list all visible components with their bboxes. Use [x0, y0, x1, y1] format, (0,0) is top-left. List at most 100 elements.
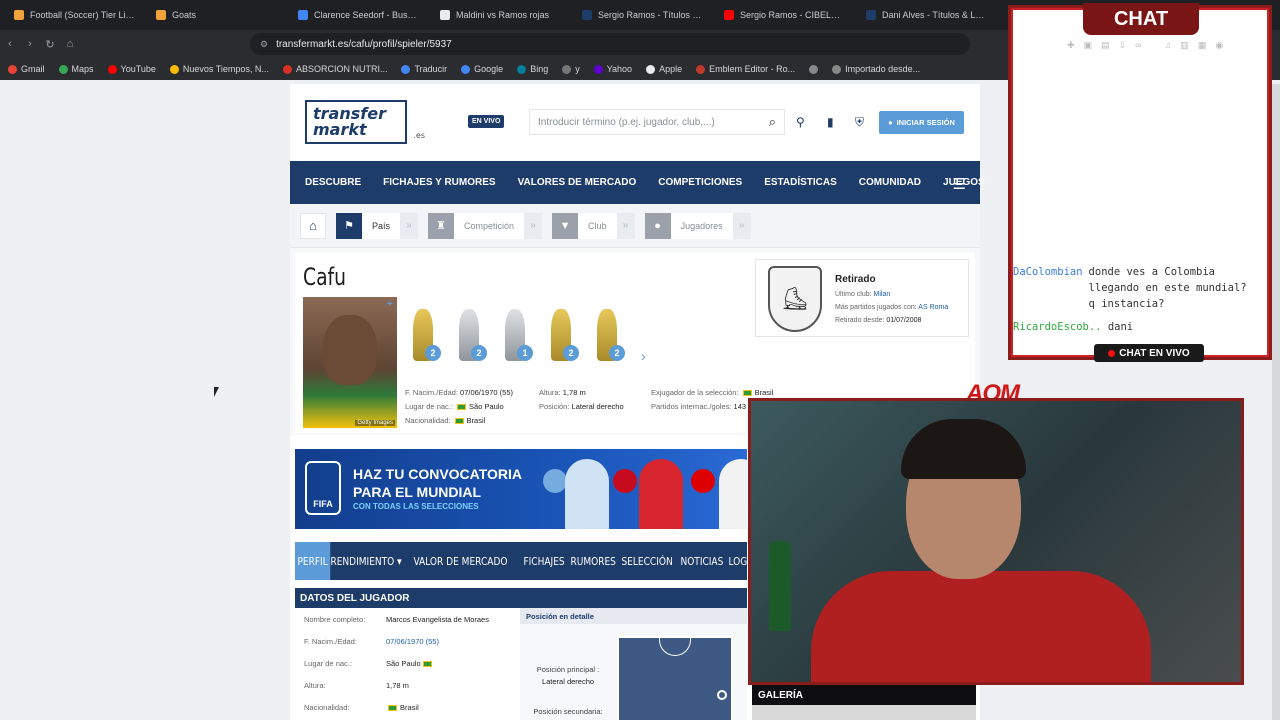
site-info-icon[interactable]: ⚙ — [260, 39, 268, 50]
bookmark-item[interactable]: Bing — [517, 64, 548, 74]
search-input[interactable]: Introducir término (p.ej. jugador, club,… — [529, 109, 785, 135]
bottle — [769, 541, 791, 631]
nav-item[interactable]: DESCUBRE — [305, 177, 361, 188]
player-search-icon[interactable]: ⚲ — [796, 115, 805, 129]
chat-message: RicardoEscob.. dani — [1013, 319, 1133, 335]
world-cup-banner[interactable]: FIFA HAZ TU CONVOCATORIA PARA EL MUNDIAL … — [295, 449, 747, 529]
link-icon[interactable]: ∞ — [1135, 40, 1141, 51]
trophy-icon[interactable]: 2 — [407, 301, 441, 361]
image-icon[interactable]: ▤ — [1101, 40, 1110, 51]
url-bar[interactable]: ⚙ transfermarkt.es/cafu/profil/spieler/5… — [250, 33, 970, 55]
music-icon[interactable]: ♫ — [1165, 40, 1172, 51]
bookmark-icon[interactable]: ▮ — [827, 115, 834, 129]
back-icon[interactable]: ‹ — [0, 38, 20, 50]
breadcrumb-club[interactable]: ▼ Club » — [552, 212, 635, 239]
bookmark-item[interactable]: Maps — [58, 64, 94, 74]
nav-item[interactable]: COMPETICIONES — [658, 177, 742, 188]
trophy-icon: ♜ — [428, 212, 455, 239]
subnav-item[interactable]: VALOR DE MERCADO — [411, 555, 510, 568]
subnav-item[interactable]: LOGROS — [726, 555, 747, 568]
page-scrollbar[interactable] — [1272, 84, 1280, 720]
sidebar-icon[interactable]: ▥ — [1180, 40, 1189, 51]
search-icon[interactable]: ⌕ — [769, 114, 776, 130]
bookmark-item[interactable]: Yahoo — [593, 64, 632, 74]
browser-tab[interactable]: Maldini vs Ramos rojas — [430, 3, 572, 27]
chevron-right-icon[interactable]: › — [641, 348, 646, 364]
bookmark-item[interactable]: Importado desde... — [832, 64, 920, 74]
trophy-count-badge: 1 — [517, 345, 533, 361]
data-row: Nombre completo: Marcos Evangelista de Mo… — [295, 608, 520, 630]
live-dot-icon — [1108, 349, 1116, 357]
breadcrumb-jugadores[interactable]: ● Jugadores » — [644, 212, 751, 239]
nav-item[interactable]: ESTADÍSTICAS — [764, 177, 837, 188]
bookmark-favicon-icon — [8, 64, 17, 74]
nav-item[interactable]: VALORES DE MERCADO — [518, 177, 637, 188]
most-games-link[interactable]: AS Roma — [918, 304, 948, 311]
bookmark-favicon-icon — [58, 64, 68, 74]
live-button[interactable]: EN VIVO — [468, 115, 505, 128]
breadcrumb-home-icon[interactable]: ⌂ — [300, 212, 326, 239]
brazil-flag-icon — [388, 704, 397, 711]
bookmark-item[interactable]: Nuevos Tiempos, N... — [169, 64, 269, 74]
window-icon[interactable]: ▣ — [1084, 40, 1093, 51]
bookmark-item[interactable]: Emblem Editor - Ro... — [696, 64, 795, 74]
player-photo[interactable]: Getty Images — [303, 297, 397, 428]
nav-item[interactable]: FICHAJES Y RUMORES — [383, 177, 495, 188]
bookmark-item[interactable]: ABSORCION NUTRI... — [282, 64, 387, 74]
download-icon[interactable]: ⇩ — [1119, 40, 1127, 51]
layout-icon[interactable]: ▦ — [1198, 40, 1207, 51]
breadcrumb-pais[interactable]: ⚑ País » — [336, 212, 419, 239]
fact-row: Nacionalidad: Brasil — [405, 416, 486, 425]
subnav-item[interactable]: PERFIL — [295, 542, 331, 580]
bookmark-item[interactable]: Apple — [646, 64, 682, 74]
home-icon[interactable]: ⌂ — [60, 38, 80, 50]
bookmark-label: YouTube — [120, 64, 156, 74]
plus-icon[interactable]: + — [387, 299, 393, 310]
browser-tab[interactable]: Football (Soccer) Tier List Temp — [4, 3, 146, 27]
trophy-icon[interactable]: 2 — [545, 301, 579, 361]
transfermarkt-logo[interactable]: transfer markt .es — [305, 100, 425, 144]
last-club-link[interactable]: Milan — [874, 291, 891, 298]
shield-icon[interactable]: ⛨ — [855, 115, 864, 130]
main-nav: DESCUBRE FICHAJES Y RUMORES VALORES DE MER… — [290, 161, 985, 204]
data-value[interactable]: 07/06/1970 (55) — [386, 637, 439, 646]
bookmark-label: Google — [474, 64, 504, 74]
bookmark-label: Importado desde... — [845, 64, 921, 74]
forward-icon[interactable]: › — [20, 38, 40, 50]
subnav-item[interactable]: RUMORES — [568, 555, 618, 568]
subnav-item[interactable]: RENDIMIENTO ▾ — [328, 555, 404, 568]
trophy-icon[interactable]: 2 — [453, 301, 487, 361]
bookmark-item[interactable]: Gmail — [8, 64, 45, 74]
browser-tab[interactable]: Sergio Ramos - CIBELES (Offici — [714, 3, 856, 27]
breadcrumb-competicion[interactable]: ♜ Competición » — [428, 212, 543, 239]
bookmark-item[interactable]: y — [562, 64, 580, 74]
subnav-item[interactable]: NOTICIAS — [678, 555, 726, 568]
browser-tab[interactable]: Sergio Ramos - Títulos & Logr — [572, 3, 714, 27]
browser-tab[interactable]: Dani Alves - Títulos & Logros | — [856, 3, 998, 27]
profile-icon[interactable]: ◉ — [1215, 40, 1223, 51]
bookmark-favicon-icon — [107, 64, 117, 74]
browser-tab[interactable]: Clarence Seedorf - Buscar con — [288, 3, 430, 27]
nav-item[interactable]: COMUNIDAD — [859, 177, 921, 188]
gallery-preview — [752, 705, 976, 720]
subnav-item[interactable]: FICHAJES — [521, 555, 567, 568]
pitch-arc — [659, 636, 691, 656]
bookmark-item[interactable] — [809, 64, 819, 74]
menu-icon[interactable]: ☰ — [953, 175, 966, 193]
player-data-table: Nombre completo: Marcos Evangelista de Mo… — [295, 608, 520, 718]
trophy-icon[interactable]: 2 — [591, 301, 625, 361]
position-pitch — [617, 636, 733, 720]
bookmark-item[interactable]: YouTube — [107, 64, 156, 74]
reload-icon[interactable]: ↻ — [40, 38, 60, 51]
bookmark-item[interactable]: Traducir — [401, 64, 447, 74]
flag-icon: ⚑ — [336, 212, 362, 239]
bookmark-item[interactable]: Google — [461, 64, 503, 74]
login-button[interactable]: ● INICIAR SESIÓN — [879, 111, 964, 134]
puzzle-icon[interactable]: ✚ — [1067, 40, 1075, 51]
subnav-item[interactable]: SELECCIÓN — [619, 555, 675, 568]
trophy-icon[interactable]: 1 — [499, 301, 533, 361]
player-image — [719, 459, 747, 529]
browser-tab[interactable]: Goats — [146, 3, 288, 27]
fact-value: São Paulo — [469, 402, 504, 411]
trophy-count-badge: 2 — [609, 345, 625, 361]
